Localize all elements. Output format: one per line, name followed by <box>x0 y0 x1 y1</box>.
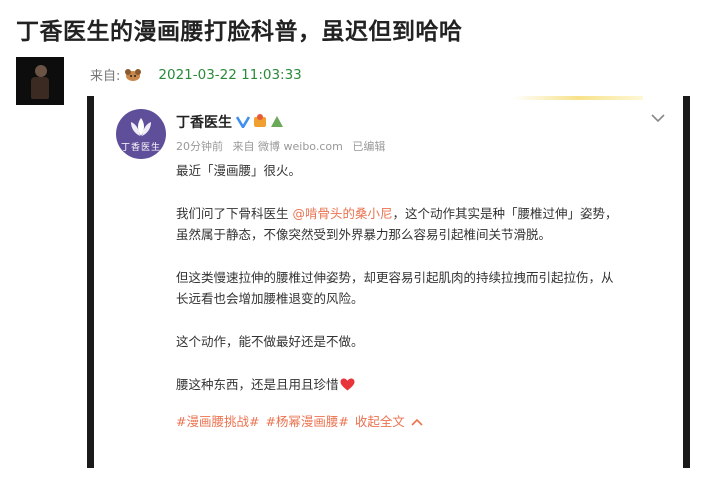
time-ago: 20分钟前 <box>176 140 223 153</box>
paragraph-2: 我们问了下骨科医生 @啃骨头的桑小尼，这个动作其实是种「腰椎过伸」姿势， <box>176 203 676 224</box>
paragraph-2-line-2: 虽然属于静态，不像突然受到外界暴力那么容易引起椎间关节滑脱。 <box>176 227 552 242</box>
article-title: 丁香医生的漫画腰打脸科普，虽迟但到哈哈 <box>16 19 463 45</box>
paragraph-3-line-1: 但这类慢速拉伸的腰椎过伸姿势，却更容易引起肌肉的持续拉拽而引起拉伤，从 <box>176 270 614 285</box>
user-name[interactable]: 丁香医生 <box>176 112 232 132</box>
hashtag-row: #漫画腰挑战# #杨幂漫画腰# 收起全文 <box>176 411 676 432</box>
heart-icon <box>340 376 355 397</box>
paragraph-1: 最近「漫画腰」很火。 <box>176 163 302 178</box>
hashtag-link[interactable]: #杨幂漫画腰# <box>265 411 348 432</box>
article-meta: 来自: 2021-03-22 11:03:33 <box>90 65 302 85</box>
lilac-logo-icon <box>131 117 151 136</box>
weibo-avatar[interactable]: 丁香医生 <box>116 109 166 159</box>
avatar-figure-body <box>31 77 49 99</box>
paragraph-4: 这个动作，能不做最好还是不做。 <box>176 334 364 349</box>
chevron-up-icon[interactable] <box>411 411 423 432</box>
author-avatar[interactable] <box>16 57 64 105</box>
paragraph-3-line-2: 长远看也会增加腰椎退变的风险。 <box>176 291 364 306</box>
post-content: 最近「漫画腰」很火。 我们问了下骨科医生 @啃骨头的桑小尼，这个动作其实是种「腰… <box>176 160 676 432</box>
post-source[interactable]: 来自 微博 weibo.com <box>233 140 343 153</box>
paragraph-2-end: ，这个动作其实是种「腰椎过伸」姿势， <box>392 206 618 221</box>
weibo-screenshot: 丁香医生 丁香医生 20分钟前 来自 微博 weibo.com 已编辑 最近「漫… <box>87 96 690 468</box>
edited-label: 已编辑 <box>352 140 386 153</box>
hashtag-link[interactable]: #漫画腰挑战# <box>176 411 259 432</box>
from-label: 来自: <box>90 69 121 84</box>
badge-icon <box>254 113 284 132</box>
chevron-down-icon[interactable] <box>651 108 665 127</box>
avatar-figure-head <box>35 65 47 77</box>
avatar-text: 丁香医生 <box>120 142 161 153</box>
verified-icon <box>235 113 251 132</box>
decor-glow <box>513 96 643 100</box>
paragraph-2-start: 我们问了下骨科医生 <box>176 206 293 221</box>
post-meta: 20分钟前 来自 微博 weibo.com 已编辑 <box>176 138 391 154</box>
post-date: 2021-03-22 11:03:33 <box>158 66 302 83</box>
from-icon <box>124 68 142 82</box>
collapse-text-button[interactable]: 收起全文 <box>355 411 405 432</box>
doctor-mention-link[interactable]: @啃骨头的桑小尼 <box>292 206 392 221</box>
paragraph-5: 腰这种东西，还是且用且珍惜 <box>176 374 676 397</box>
paragraph-5-text: 腰这种东西，还是且用且珍惜 <box>176 377 339 392</box>
user-line: 丁香医生 <box>176 112 284 132</box>
weibo-card: 丁香医生 丁香医生 20分钟前 来自 微博 weibo.com 已编辑 最近「漫… <box>94 96 683 468</box>
